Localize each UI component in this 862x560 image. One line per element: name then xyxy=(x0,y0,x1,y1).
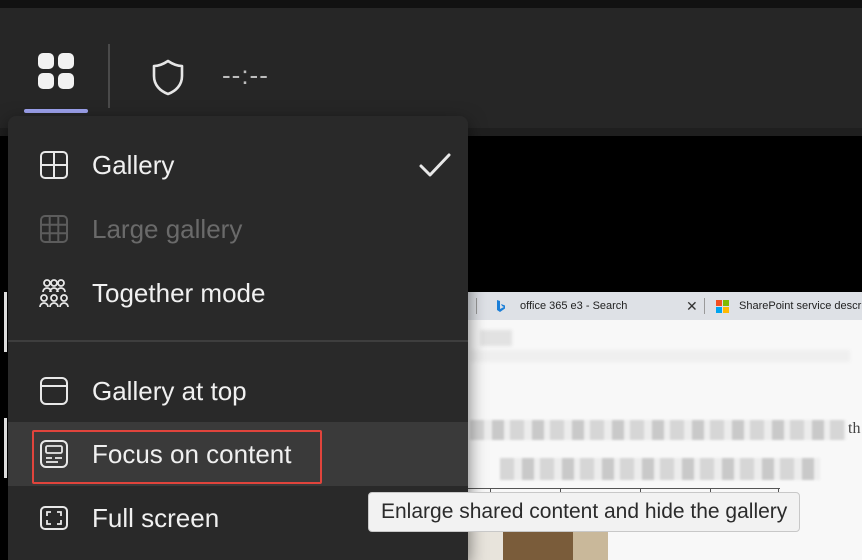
tooltip: Enlarge shared content and hide the gall… xyxy=(368,492,801,532)
window-top-strip xyxy=(0,0,862,8)
redacted-text-row xyxy=(500,458,820,480)
focus-on-content-icon xyxy=(40,440,68,468)
window-edge xyxy=(4,418,7,478)
checkmark-icon xyxy=(419,153,451,177)
shared-tab-sharepoint-label: SharePoint service descri xyxy=(739,300,862,312)
menu-item-gallery-label: Gallery xyxy=(92,150,175,180)
shared-photo xyxy=(468,530,608,560)
menu-item-focus-on-content-label: Focus on content xyxy=(92,439,292,469)
shared-edge-text: th xyxy=(848,420,861,437)
gallery-grid-icon xyxy=(40,151,68,179)
active-layout-indicator xyxy=(24,109,88,113)
meeting-timer: --:-- xyxy=(222,60,269,90)
menu-item-together-mode[interactable]: Together mode xyxy=(8,261,468,325)
close-icon: ✕ xyxy=(686,298,698,314)
menu-item-gallery-at-top[interactable]: Gallery at top xyxy=(8,359,468,423)
together-mode-icon xyxy=(39,279,69,308)
layout-grid-icon xyxy=(38,53,74,89)
menu-item-large-gallery-label: Large gallery xyxy=(92,214,243,244)
shared-chart-axis xyxy=(468,488,780,489)
shared-tab-sharepoint: SharePoint service descri xyxy=(716,292,862,320)
redacted-text-row xyxy=(470,420,846,440)
tab-divider xyxy=(476,298,477,314)
menu-item-gallery[interactable]: Gallery xyxy=(8,133,468,197)
menu-item-together-mode-label: Together mode xyxy=(92,278,266,308)
menu-item-full-screen-label: Full screen xyxy=(92,503,220,533)
menu-item-focus-on-content[interactable]: Focus on content xyxy=(8,422,468,486)
menu-item-gallery-at-top-label: Gallery at top xyxy=(92,376,247,406)
gallery-at-top-icon xyxy=(40,377,68,405)
large-gallery-icon xyxy=(40,215,68,243)
meeting-toolbar: --:-- xyxy=(0,8,862,128)
shield-icon[interactable] xyxy=(150,58,186,96)
redacted-block xyxy=(470,350,850,362)
redacted-block xyxy=(480,330,512,346)
menu-item-large-gallery: Large gallery xyxy=(8,197,468,261)
menu-divider xyxy=(8,340,468,342)
window-edge xyxy=(4,292,7,352)
shared-tab-search: office 365 e3 - Search xyxy=(496,292,627,320)
tab-divider xyxy=(704,298,705,314)
full-screen-icon xyxy=(40,506,68,530)
microsoft-logo-icon xyxy=(716,299,729,313)
toolbar-divider xyxy=(108,44,110,108)
change-layout-button[interactable] xyxy=(22,48,90,108)
bing-icon xyxy=(497,300,505,312)
shared-browser-tabbar: office 365 e3 - Search SharePoint servic… xyxy=(468,292,862,320)
shared-tab-search-label: office 365 e3 - Search xyxy=(520,300,628,312)
